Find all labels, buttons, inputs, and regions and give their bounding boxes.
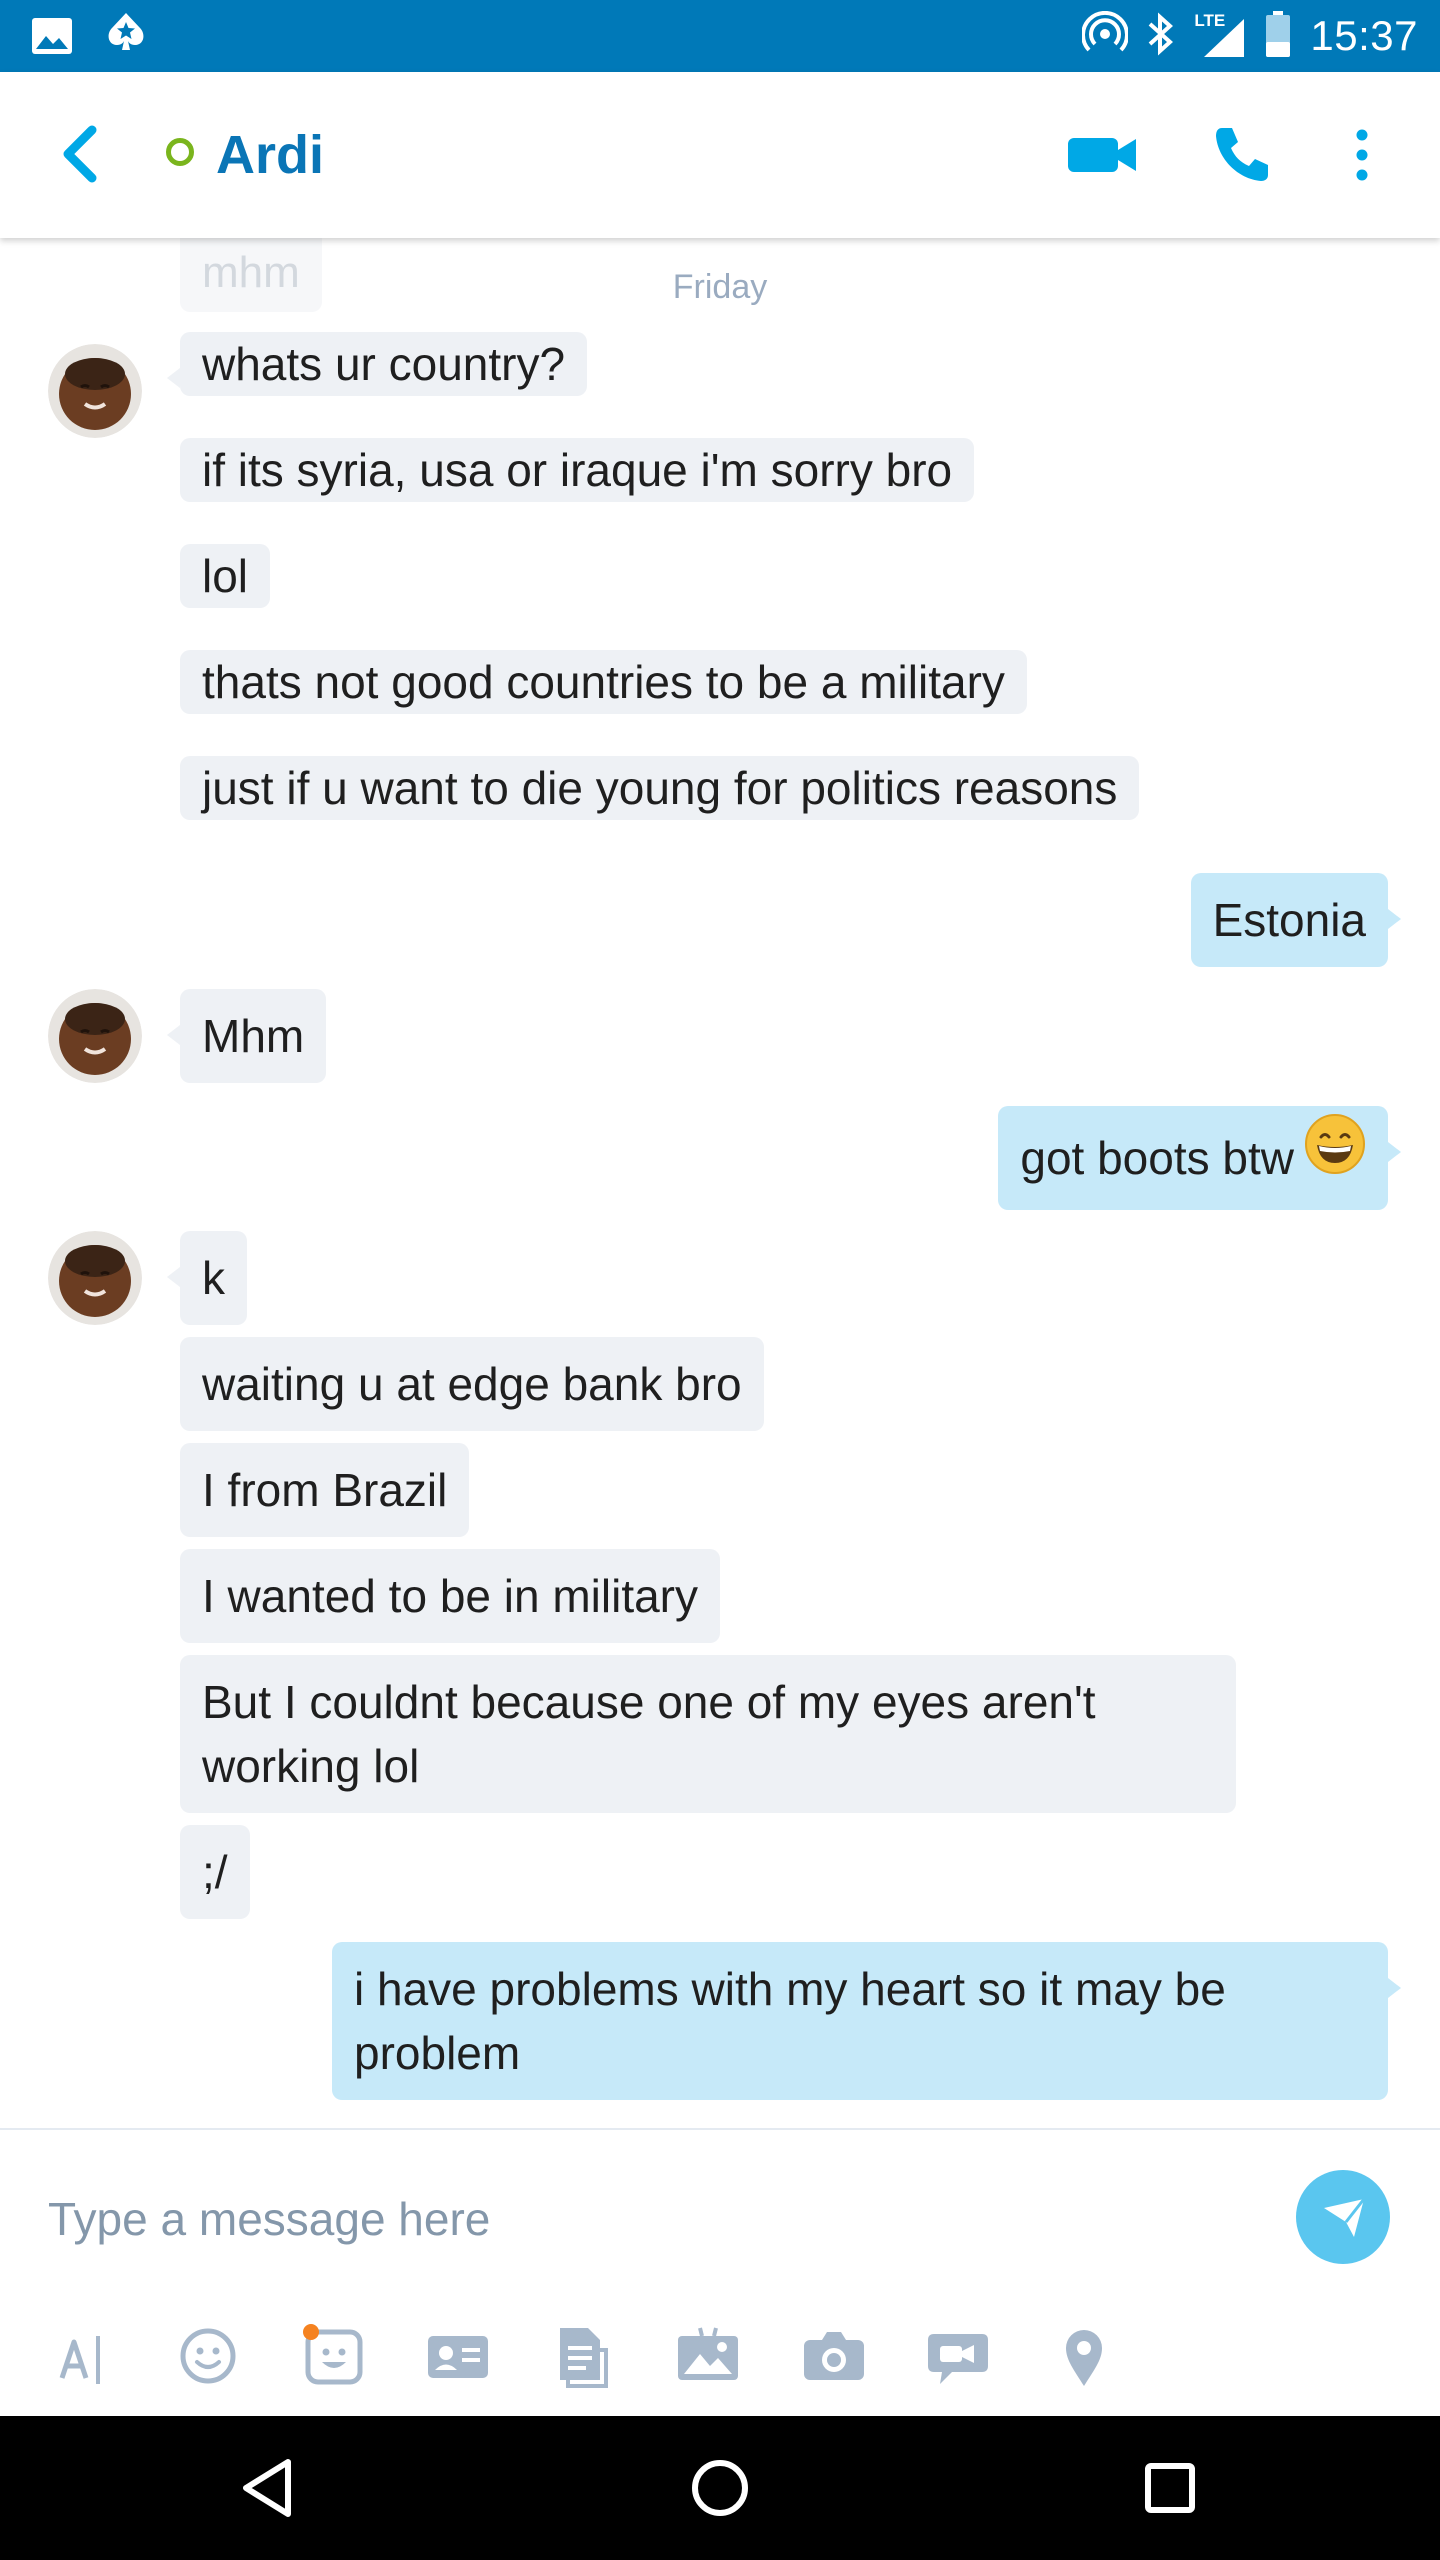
contact-card-icon[interactable]: [422, 2320, 494, 2392]
photo-icon[interactable]: [672, 2320, 744, 2392]
composer-toolbar: [0, 2320, 1440, 2400]
conversation[interactable]: mhm Friday whats ur country? if its syri…: [0, 238, 1440, 2128]
status-time: 15:37: [1310, 12, 1418, 59]
back-button[interactable]: [52, 122, 112, 186]
message-bubble-outgoing[interactable]: got boots btw: [998, 1106, 1401, 1211]
nav-home-button[interactable]: [684, 2452, 756, 2524]
send-arrow-icon: [1324, 2198, 1366, 2237]
message-bubble-incoming[interactable]: if its syria, usa or iraque i'm sorry br…: [180, 438, 975, 502]
bluetooth-icon: [1146, 11, 1176, 62]
voice-call-button[interactable]: [1212, 124, 1272, 189]
file-icon[interactable]: [546, 2320, 618, 2392]
contact-avatar[interactable]: [48, 344, 142, 438]
message-bubble-incoming[interactable]: I wanted to be in military: [180, 1549, 721, 1643]
circle-home-icon: [692, 2460, 748, 2516]
video-call-button[interactable]: [1066, 124, 1140, 189]
text-format-icon[interactable]: [46, 2320, 118, 2392]
contact-avatar[interactable]: [48, 989, 142, 1083]
video-camera-icon: [1068, 138, 1136, 172]
camera-icon[interactable]: [798, 2320, 870, 2392]
message-bubble-incoming[interactable]: just if u want to die young for politics…: [180, 756, 1140, 820]
location-icon[interactable]: [1048, 2320, 1120, 2392]
status-bar: LTE 15:37: [0, 0, 1440, 72]
message-bubble-outgoing[interactable]: i have problems with my heart so it may …: [332, 1942, 1401, 2100]
chevron-left-icon: [63, 125, 97, 183]
gallery-notification-icon: [30, 16, 74, 61]
hotspot-icon: [1081, 10, 1130, 62]
message-bubble-incoming[interactable]: I from Brazil: [180, 1443, 470, 1537]
nav-recents-button[interactable]: [1134, 2452, 1206, 2524]
send-button[interactable]: [1296, 2170, 1390, 2264]
triangle-back-icon: [243, 2459, 291, 2517]
message-bubble-incoming[interactable]: whats ur country?: [166, 332, 588, 396]
message-bubble-incoming[interactable]: k: [167, 1231, 247, 1325]
poker-app-notification-icon: [100, 10, 152, 67]
message-text: got boots btw: [1020, 1132, 1294, 1184]
grinning-face-emoji-icon: [1304, 1107, 1366, 1211]
message-bubble-incoming[interactable]: lol: [180, 544, 271, 608]
message-bubble-incoming[interactable]: Mhm: [166, 989, 327, 1083]
system-navigation-bar: [0, 2416, 1440, 2560]
message-bubble-incoming[interactable]: waiting u at edge bank bro: [180, 1337, 764, 1431]
message-bubble-incoming[interactable]: But I couldnt because one of my eyes are…: [180, 1655, 1236, 1813]
emoticon-icon[interactable]: [172, 2320, 244, 2392]
chat-header: Ardi: [0, 72, 1440, 238]
message-bubble-incoming[interactable]: ;/: [180, 1825, 250, 1919]
more-options-button[interactable]: [1340, 128, 1384, 189]
contact-name[interactable]: Ardi: [216, 124, 324, 186]
nav-back-button[interactable]: [234, 2452, 306, 2524]
contact-avatar[interactable]: [48, 1231, 142, 1325]
message-bubble-incoming[interactable]: thats not good countries to be a militar…: [180, 650, 1027, 714]
day-separator: Friday: [672, 268, 768, 306]
square-recents-icon: [1145, 2463, 1195, 2513]
battery-icon: [1264, 10, 1292, 63]
message-input[interactable]: [46, 2180, 1250, 2258]
mojis-icon[interactable]: [298, 2320, 370, 2392]
presence-status-icon: [166, 138, 194, 166]
lte-signal-icon: LTE: [1194, 11, 1246, 59]
message-composer: [0, 2128, 1440, 2418]
message-bubble-outgoing[interactable]: Estonia: [1190, 873, 1402, 967]
phone-icon: [1216, 128, 1268, 181]
video-message-icon[interactable]: [922, 2320, 994, 2392]
more-vertical-icon: [1356, 129, 1368, 181]
lte-label: LTE: [1194, 11, 1226, 30]
